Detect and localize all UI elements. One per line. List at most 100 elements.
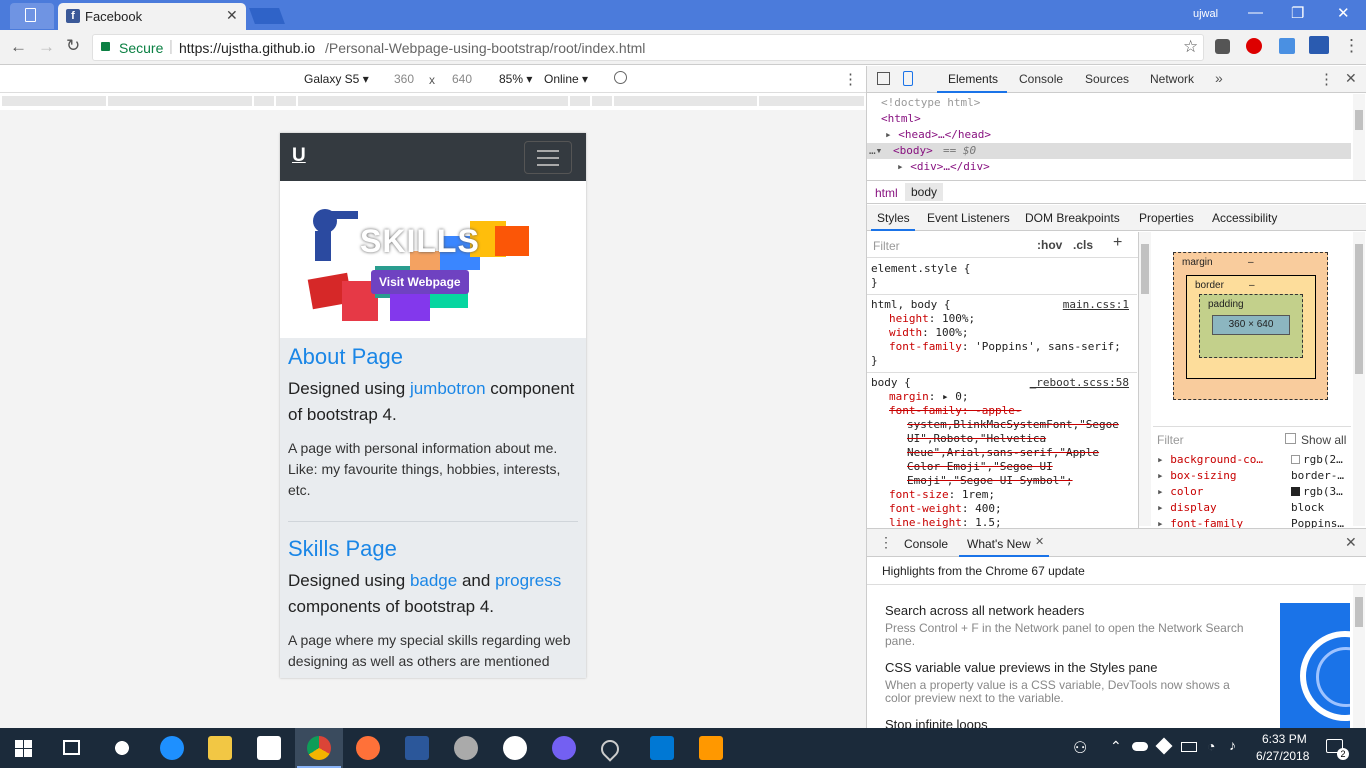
- about-title[interactable]: About Page: [288, 344, 578, 370]
- skills-title[interactable]: Skills Page: [288, 536, 578, 562]
- decl-font-family[interactable]: font-family: 'Poppins', sans-serif;: [871, 340, 1133, 354]
- navbar-toggler-button[interactable]: [524, 141, 572, 174]
- bookmark-star-icon[interactable]: ☆: [1183, 37, 1198, 57]
- tab-facebook[interactable]: f Facebook ✕: [58, 3, 246, 30]
- subtab-dom-breakpoints[interactable]: DOM Breakpoints: [1025, 211, 1120, 225]
- drawer-menu-icon[interactable]: ⋮: [879, 534, 893, 551]
- styles-filter[interactable]: Filter :hov .cls +: [867, 232, 1138, 258]
- whats-new-item-title[interactable]: Search across all network headers: [885, 603, 1255, 618]
- edge-icon[interactable]: [160, 736, 184, 760]
- devtools-menu-icon[interactable]: ⋮: [1319, 70, 1334, 88]
- close-window-icon[interactable]: ✕: [1337, 4, 1350, 22]
- dom-div[interactable]: ▸ <div>…</div>: [897, 160, 990, 173]
- crumb-body[interactable]: body: [905, 183, 944, 201]
- dropbox-icon[interactable]: [1155, 737, 1173, 755]
- extension-icon[interactable]: [1215, 39, 1230, 54]
- forward-icon[interactable]: →: [38, 37, 55, 57]
- computed-row[interactable]: ▸ color rgb(3…: [1157, 484, 1351, 500]
- drawer-tab-whats-new[interactable]: What's New: [967, 537, 1031, 551]
- dom-html[interactable]: <html>: [881, 112, 921, 125]
- omnibox[interactable]: Secure | https://ujstha.github.io /Perso…: [92, 34, 1204, 61]
- task-view-icon[interactable]: [63, 740, 80, 755]
- close-tab-icon[interactable]: ✕: [226, 7, 238, 24]
- device-mode-icon[interactable]: [903, 71, 913, 86]
- game-icon[interactable]: [454, 736, 478, 760]
- word-icon[interactable]: [405, 736, 429, 760]
- computed-row[interactable]: ▸ background-co… rgb(2…: [1157, 452, 1351, 468]
- brand-logo[interactable]: U: [292, 145, 306, 167]
- subtab-event-listeners[interactable]: Event Listeners: [927, 211, 1010, 225]
- volume-icon[interactable]: ♪: [1229, 737, 1236, 753]
- tab-console[interactable]: Console: [1019, 72, 1063, 86]
- restore-icon[interactable]: ❐: [1291, 4, 1304, 22]
- element-style-rule[interactable]: element.style {: [871, 262, 1133, 276]
- reboot-scss-link[interactable]: _reboot.scss:58: [1030, 376, 1129, 390]
- itunes-icon[interactable]: [503, 736, 527, 760]
- computed-row[interactable]: ▸ box-sizing border-…: [1157, 468, 1351, 484]
- weather-icon[interactable]: [110, 736, 134, 760]
- new-extension-icon[interactable]: [1309, 36, 1329, 54]
- tab-sources[interactable]: Sources: [1085, 72, 1129, 86]
- dom-scrollbar[interactable]: [1353, 94, 1365, 180]
- adblock-icon[interactable]: [1246, 38, 1262, 54]
- height-input[interactable]: 640: [452, 72, 472, 86]
- decl-width[interactable]: width: 100%;: [871, 326, 1133, 340]
- subtab-accessibility[interactable]: Accessibility: [1212, 211, 1277, 225]
- firefox-icon[interactable]: [356, 736, 380, 760]
- body-rule[interactable]: body {_reboot.scss:58: [871, 376, 1133, 390]
- cls-button[interactable]: .cls: [1073, 238, 1093, 252]
- store-icon[interactable]: [257, 736, 281, 760]
- decl-height[interactable]: height: 100%;: [871, 312, 1133, 326]
- dom-head[interactable]: ▸ <head>…</head>: [885, 128, 991, 141]
- styles-scrollbar[interactable]: [1139, 232, 1151, 526]
- tab-elements[interactable]: Elements: [948, 72, 998, 86]
- add-rule-icon[interactable]: +: [1113, 234, 1122, 252]
- translate-icon[interactable]: [1279, 38, 1295, 54]
- media-query-bar[interactable]: [0, 94, 866, 110]
- onedrive-icon[interactable]: [1132, 742, 1148, 751]
- visit-webpage-button[interactable]: Visit Webpage: [371, 270, 469, 294]
- jumbotron-link[interactable]: jumbotron: [410, 379, 486, 398]
- computed-row[interactable]: ▸ display block: [1157, 500, 1351, 516]
- back-icon[interactable]: ←: [10, 37, 27, 57]
- device-select[interactable]: Galaxy S5 ▾: [304, 72, 369, 86]
- inspect-icon[interactable]: [877, 72, 890, 85]
- subtab-styles[interactable]: Styles: [877, 211, 910, 225]
- whats-new-item-title[interactable]: CSS variable value previews in the Style…: [885, 660, 1255, 675]
- network-select[interactable]: Online ▾: [544, 72, 588, 86]
- tab-network[interactable]: Network: [1150, 72, 1194, 86]
- computed-filter[interactable]: Filter Show all: [1153, 426, 1351, 448]
- drawer-scrollbar[interactable]: [1353, 585, 1365, 729]
- decl-font-weight[interactable]: font-weight: 400;: [871, 502, 1133, 516]
- new-tab-button[interactable]: [249, 8, 285, 24]
- sublime-icon[interactable]: [699, 736, 723, 760]
- zoom-select[interactable]: 85% ▾: [499, 72, 532, 86]
- computed-scrollbar[interactable]: [1353, 232, 1365, 526]
- tab-blank[interactable]: [10, 3, 54, 29]
- people-icon[interactable]: ⚇: [1073, 738, 1087, 758]
- user-name[interactable]: ujwal: [1193, 8, 1218, 20]
- rotate-icon[interactable]: [614, 71, 627, 84]
- drawer-tab-console[interactable]: Console: [904, 537, 948, 551]
- close-drawer-icon[interactable]: ✕: [1345, 534, 1357, 551]
- width-input[interactable]: 360: [394, 72, 414, 86]
- droplet-icon[interactable]: [597, 736, 623, 762]
- file-explorer-icon[interactable]: [208, 736, 232, 760]
- viber-icon[interactable]: [552, 736, 576, 760]
- progress-link[interactable]: progress: [495, 571, 561, 590]
- subtab-properties[interactable]: Properties: [1139, 211, 1194, 225]
- clock-time[interactable]: 6:33 PM: [1262, 732, 1307, 746]
- menu-icon[interactable]: ⋮: [1343, 36, 1360, 56]
- battery-icon[interactable]: [1181, 742, 1197, 752]
- close-whats-new-icon[interactable]: ✕: [1035, 535, 1044, 548]
- device-menu-icon[interactable]: ⋮: [843, 70, 858, 88]
- decl-font-size[interactable]: font-size: 1rem;: [871, 488, 1133, 502]
- vscode-icon[interactable]: [650, 736, 674, 760]
- badge-link[interactable]: badge: [410, 571, 457, 590]
- dom-doctype[interactable]: <!doctype html>: [881, 96, 980, 109]
- wifi-icon[interactable]: ◔: [1207, 738, 1215, 754]
- minimize-icon[interactable]: —: [1248, 4, 1263, 21]
- decl-margin[interactable]: margin: ▸ 0;: [871, 390, 1133, 404]
- crumb-html[interactable]: html: [875, 186, 898, 200]
- emulated-page[interactable]: U SKILLS Visit Webpage About Page Design…: [280, 133, 586, 678]
